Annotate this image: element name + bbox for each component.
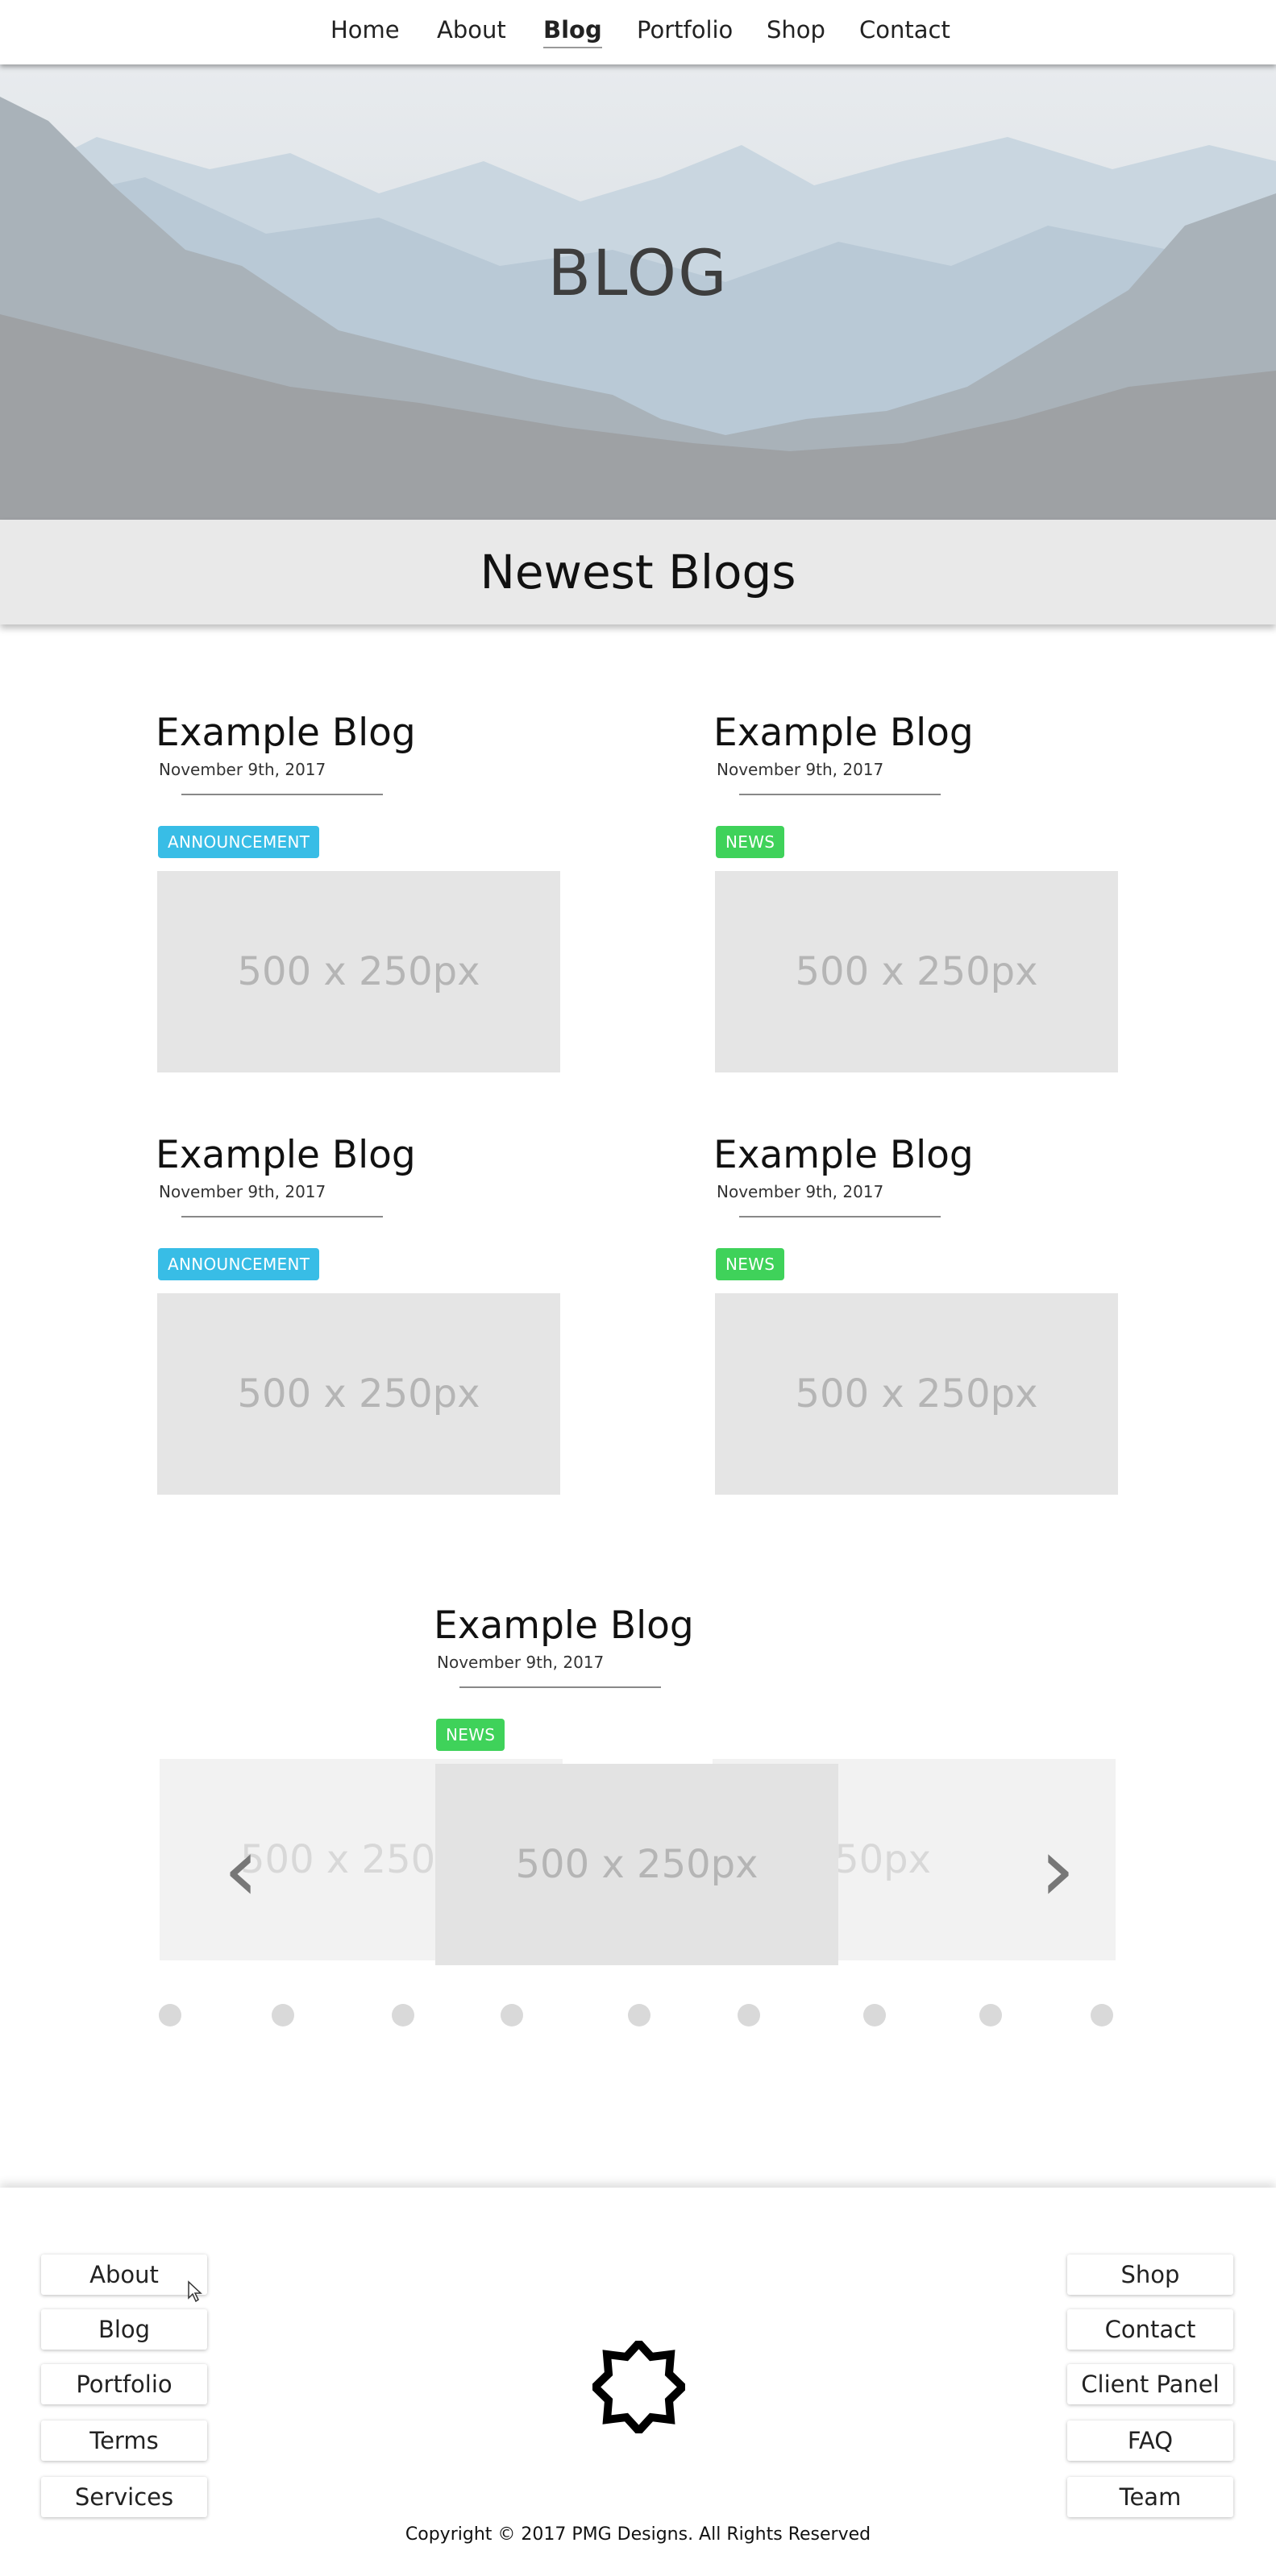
top-navigation: Home About Blog Portfolio Shop Contact: [0, 0, 1276, 64]
nav-contact[interactable]: Contact: [859, 16, 950, 44]
carousel-dot[interactable]: [272, 2004, 294, 2026]
footer-link-faq[interactable]: FAQ: [1067, 2420, 1233, 2461]
footer-link-team[interactable]: Team: [1067, 2477, 1233, 2517]
blog-date: November 9th, 2017: [717, 760, 884, 779]
footer-link-blog[interactable]: Blog: [41, 2309, 207, 2350]
category-badge[interactable]: NEWS: [716, 826, 785, 858]
carousel-active-slide[interactable]: Example Blog November 9th, 2017 NEWS 500…: [434, 1603, 845, 1965]
footer-link-terms[interactable]: Terms: [41, 2420, 207, 2461]
footer-link-about[interactable]: About: [41, 2255, 207, 2295]
footer-link-shop[interactable]: Shop: [1067, 2255, 1233, 2295]
blog-card[interactable]: Example Blog November 9th, 2017 ANNOUNCE…: [156, 711, 567, 1072]
nav-portfolio[interactable]: Portfolio: [637, 16, 733, 44]
carousel-dot[interactable]: [738, 2004, 760, 2026]
blog-image-placeholder[interactable]: 500 x 250px: [157, 871, 560, 1072]
nav-blog[interactable]: Blog: [543, 16, 602, 48]
carousel-next-arrow[interactable]: ›: [1040, 1825, 1075, 1914]
blog-date: November 9th, 2017: [717, 1182, 884, 1201]
carousel-dot[interactable]: [628, 2004, 650, 2026]
carousel-dot[interactable]: [979, 2004, 1002, 2026]
blog-title[interactable]: Example Blog: [156, 1133, 567, 1177]
category-badge[interactable]: ANNOUNCEMENT: [158, 826, 320, 858]
blog-image-placeholder[interactable]: 500 x 250px: [715, 871, 1118, 1072]
footer-link-client-panel[interactable]: Client Panel: [1067, 2364, 1233, 2404]
blog-image-placeholder[interactable]: 500 x 250px: [435, 1764, 838, 1965]
carousel-dot[interactable]: [392, 2004, 414, 2026]
carousel-dot[interactable]: [501, 2004, 523, 2026]
blog-title[interactable]: Example Blog: [156, 711, 567, 755]
blog-date: November 9th, 2017: [159, 1182, 326, 1201]
blog-title[interactable]: Example Blog: [434, 1603, 845, 1648]
carousel-dot[interactable]: [1091, 2004, 1113, 2026]
copyright-text: Copyright © 2017 PMG Designs. All Rights…: [405, 2524, 871, 2545]
blog-image-placeholder[interactable]: 500 x 250px: [157, 1293, 560, 1495]
divider: [739, 1216, 941, 1217]
blog-title[interactable]: Example Blog: [713, 711, 1124, 755]
footer-link-services[interactable]: Services: [41, 2477, 207, 2517]
blog-image-placeholder[interactable]: 500 x 250px: [715, 1293, 1118, 1495]
blog-card[interactable]: Example Blog November 9th, 2017 NEWS 500…: [713, 1133, 1124, 1495]
star-outline-icon[interactable]: [592, 2341, 685, 2433]
section-header: Newest Blogs: [0, 520, 1276, 624]
blog-card[interactable]: Example Blog November 9th, 2017 NEWS 500…: [713, 711, 1124, 1072]
hero-banner: BLOG: [0, 64, 1276, 520]
divider: [181, 1216, 383, 1217]
section-title: Newest Blogs: [480, 545, 796, 599]
category-badge[interactable]: NEWS: [716, 1248, 785, 1280]
category-badge[interactable]: NEWS: [436, 1719, 505, 1751]
divider: [459, 1686, 661, 1688]
carousel-prev-arrow[interactable]: ‹: [223, 1825, 259, 1914]
mouse-cursor-icon: [188, 2280, 202, 2303]
nav-home[interactable]: Home: [330, 16, 400, 44]
nav-about[interactable]: About: [437, 16, 506, 44]
blog-date: November 9th, 2017: [437, 1653, 605, 1672]
footer-link-contact[interactable]: Contact: [1067, 2309, 1233, 2350]
hero-title: BLOG: [547, 238, 729, 310]
blog-card[interactable]: Example Blog November 9th, 2017 ANNOUNCE…: [156, 1133, 567, 1495]
carousel-dot[interactable]: [863, 2004, 886, 2026]
nav-shop[interactable]: Shop: [767, 16, 825, 44]
carousel-dot[interactable]: [159, 2004, 181, 2026]
divider: [181, 794, 383, 795]
divider: [739, 794, 941, 795]
blog-title[interactable]: Example Blog: [713, 1133, 1124, 1177]
blog-date: November 9th, 2017: [159, 760, 326, 779]
category-badge[interactable]: ANNOUNCEMENT: [158, 1248, 320, 1280]
footer-link-portfolio[interactable]: Portfolio: [41, 2364, 207, 2404]
